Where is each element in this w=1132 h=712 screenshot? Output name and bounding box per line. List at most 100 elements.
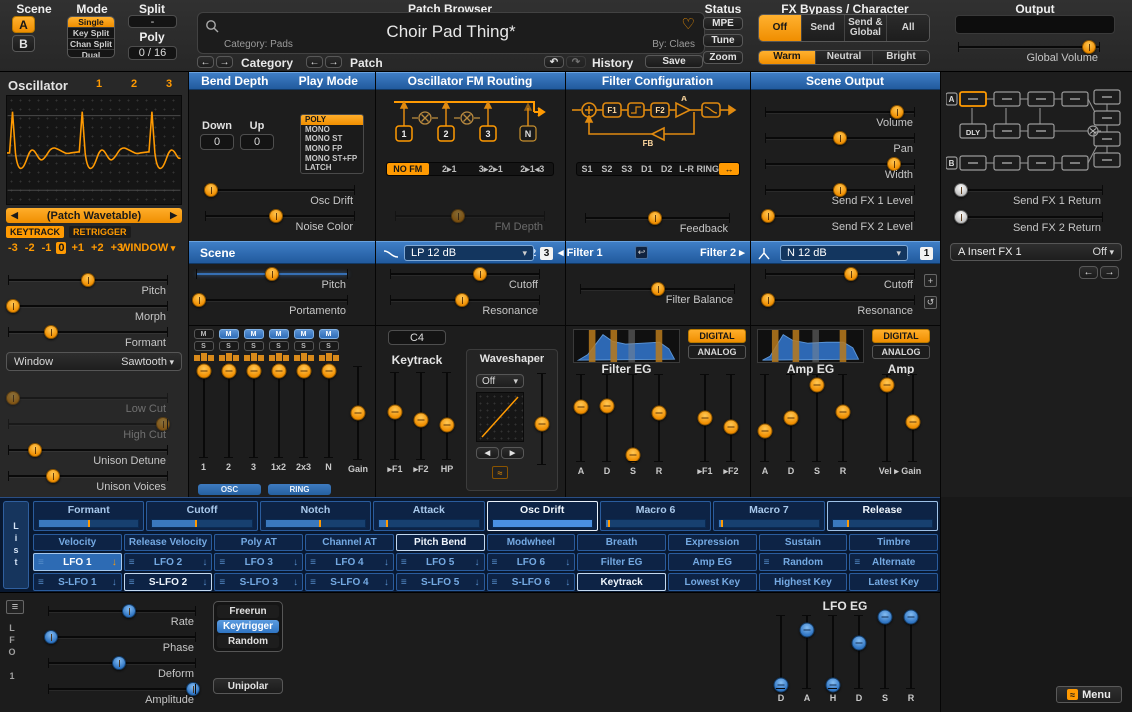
eg-slider[interactable]: R: [830, 374, 856, 477]
macro-slot[interactable]: Notch: [259, 501, 372, 531]
slider-handle[interactable]: [439, 417, 455, 433]
waveshaper-prev-button[interactable]: [476, 447, 499, 459]
mod-source-cell[interactable]: Expression: [667, 534, 757, 551]
mod-source-cell[interactable]: LFO 5: [395, 553, 485, 571]
keytrack-toggle[interactable]: KEYTRACK: [6, 226, 65, 238]
eg-slider[interactable]: S: [804, 374, 830, 477]
mute-button[interactable]: M: [243, 329, 264, 339]
slider-handle[interactable]: [473, 267, 487, 281]
wavetable-next-icon[interactable]: [170, 208, 177, 223]
param-slider[interactable]: Width: [765, 157, 915, 184]
channel-level-slider[interactable]: [196, 363, 211, 458]
param-slider[interactable]: Morph: [5, 299, 168, 326]
mod-source-cell[interactable]: LFO 2: [123, 553, 213, 571]
filter-feedback-icon[interactable]: [635, 246, 648, 259]
hamburger-icon[interactable]: [310, 557, 316, 568]
slider-handle[interactable]: [387, 404, 403, 420]
filter-block-option[interactable]: L-R: [677, 163, 697, 175]
hamburger-icon[interactable]: [219, 557, 225, 568]
slider-handle[interactable]: [877, 609, 893, 625]
eg-slider[interactable]: S: [872, 609, 898, 704]
param-slider[interactable]: Deform: [48, 656, 196, 683]
arrow-down-icon[interactable]: [384, 577, 389, 588]
fx-bypass-option[interactable]: Off: [759, 15, 802, 41]
amp-eg-analog-button[interactable]: ANALOG: [872, 345, 930, 359]
fm-routing-diagram[interactable]: 1 2 3 N: [388, 96, 552, 156]
solo-button[interactable]: S: [193, 341, 214, 351]
arrow-down-icon[interactable]: [112, 577, 117, 588]
hamburger-icon[interactable]: [764, 557, 770, 568]
slider-handle[interactable]: [799, 622, 815, 638]
param-slider[interactable]: Send FX 2 Return: [953, 210, 1103, 238]
fx-bypass-option[interactable]: Send & Global: [844, 15, 888, 41]
slider-handle[interactable]: [196, 363, 211, 379]
mod-source-cell[interactable]: Latest Key: [849, 573, 939, 591]
mute-button[interactable]: M: [268, 329, 289, 339]
param-slider[interactable]: Pitch: [8, 273, 168, 300]
mod-source-cell[interactable]: S-LFO 6: [486, 573, 576, 591]
param-slider[interactable]: Amplitude: [48, 682, 201, 709]
slider-handle[interactable]: [625, 447, 641, 463]
slider-handle[interactable]: [246, 363, 261, 379]
waveshaper-drive-slider[interactable]: [529, 373, 555, 465]
mod-source-cell[interactable]: LFO 6: [486, 553, 576, 571]
slider-handle[interactable]: [833, 131, 847, 145]
param-slider[interactable]: Osc Drift: [204, 183, 355, 210]
param-slider[interactable]: Send FX 1 Return: [953, 183, 1103, 211]
arrow-down-icon[interactable]: [475, 557, 480, 568]
keytrack-slider[interactable]: HP: [434, 372, 460, 475]
slider-handle[interactable]: [122, 604, 137, 618]
keytrack-root-note[interactable]: C4: [388, 330, 446, 345]
lfo-title-tab[interactable]: LFO 1: [7, 623, 17, 686]
slider-handle[interactable]: [599, 398, 615, 414]
waveshaper-type-select[interactable]: Off: [476, 374, 524, 388]
eg-slider[interactable]: D: [594, 374, 620, 477]
fx-bypass-option[interactable]: Send: [801, 15, 845, 41]
param-slider[interactable]: Resonance: [761, 293, 915, 320]
slider-handle[interactable]: [451, 209, 465, 223]
slider-handle[interactable]: [28, 443, 43, 457]
arrow-down-icon[interactable]: [565, 577, 570, 588]
patch-next-button[interactable]: [325, 56, 342, 68]
amp-eg-digital-button[interactable]: DIGITAL: [872, 329, 930, 343]
macro-slot[interactable]: Formant: [33, 501, 145, 531]
hamburger-icon[interactable]: [492, 557, 498, 568]
slider-handle[interactable]: [879, 377, 895, 393]
slider-handle[interactable]: [903, 609, 919, 625]
play-mode-option[interactable]: POLY: [301, 115, 363, 125]
slider-handle[interactable]: [265, 267, 279, 281]
param-slider[interactable]: Send FX 2 Level: [761, 209, 915, 236]
slider-handle[interactable]: [321, 363, 336, 379]
filter2-subtype-badge[interactable]: 1: [920, 247, 933, 260]
eg-slider[interactable]: A: [568, 374, 594, 477]
macro-value-bar[interactable]: [378, 519, 480, 528]
octave-button[interactable]: -3: [6, 242, 20, 254]
history-label[interactable]: History: [592, 56, 633, 70]
slider-handle[interactable]: [350, 405, 366, 421]
macro-value-bar[interactable]: [151, 519, 253, 528]
macro-value-bar[interactable]: [831, 519, 933, 528]
filter-block-option[interactable]: S3: [617, 163, 637, 175]
oscillator-tab[interactable]: 1: [86, 77, 112, 91]
macro-value-bar[interactable]: [264, 519, 367, 528]
mod-source-cell[interactable]: Timbre: [849, 534, 939, 551]
slider-handle[interactable]: [534, 416, 550, 432]
slider-handle[interactable]: [296, 363, 311, 379]
channel-level-slider[interactable]: [321, 363, 336, 458]
display-mode-dropdown[interactable]: WINDOW: [120, 242, 175, 254]
filter-block-option[interactable]: S2: [597, 163, 617, 175]
undo-button[interactable]: [544, 56, 564, 68]
arrow-down-icon[interactable]: [202, 577, 207, 588]
play-mode-option[interactable]: MONO: [301, 125, 363, 135]
mode-option[interactable]: Single: [68, 17, 114, 28]
mode-option[interactable]: Chan Split: [68, 39, 114, 50]
macro-slot[interactable]: Osc Drift: [486, 501, 598, 531]
filter1-type-select[interactable]: LP 12 dB: [404, 245, 534, 261]
hamburger-icon[interactable]: [310, 577, 316, 588]
slider-handle[interactable]: [761, 209, 775, 223]
param-slider[interactable]: Resonance: [390, 293, 540, 320]
slider-handle[interactable]: [809, 377, 825, 393]
slider-handle[interactable]: [835, 404, 851, 420]
slider-handle[interactable]: [697, 410, 713, 426]
filter2-link-button[interactable]: [924, 296, 937, 309]
